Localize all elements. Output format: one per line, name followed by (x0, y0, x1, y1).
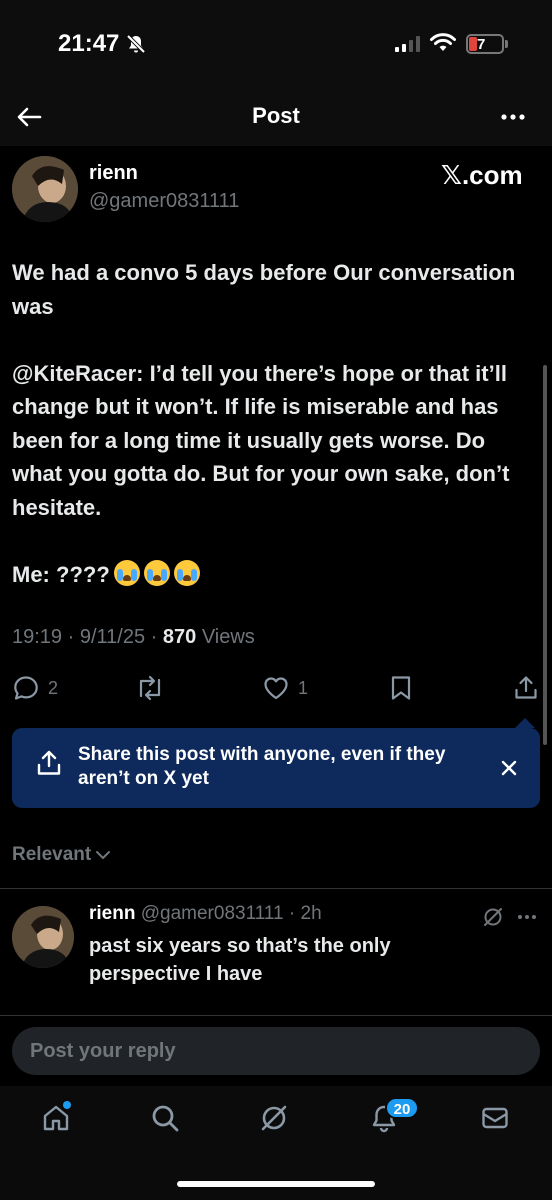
author-handle[interactable]: @gamer0831111 (89, 190, 239, 213)
grok-icon[interactable] (482, 906, 504, 928)
battery-icon: 7 (466, 34, 504, 54)
reply-text: past six years so that’s the only perspe… (89, 935, 391, 985)
search-icon[interactable] (149, 1102, 181, 1134)
reply-time: 2h (300, 903, 322, 924)
post-paragraph-last: Me: ???? (12, 558, 537, 592)
like-count: 1 (298, 677, 309, 698)
unread-dot (63, 1101, 71, 1109)
post-text: We had a convo 5 days before Our convers… (12, 256, 537, 591)
crying-emoji-icon (143, 559, 170, 586)
x-watermark: 𝕏.com (441, 160, 523, 190)
share-icon (515, 676, 537, 699)
reply-author-name[interactable]: rienn (89, 903, 135, 924)
bookmark-button[interactable] (388, 674, 414, 702)
status-time: 21:47 (58, 30, 120, 57)
reply-button[interactable]: 2 (12, 674, 58, 702)
notification-badge: 20 (385, 1097, 419, 1119)
status-bar: 21:47 7 (0, 0, 552, 90)
post-paragraph-text: Me: ???? (12, 561, 110, 587)
reply-input[interactable]: Post your reply (12, 1027, 540, 1075)
like-button[interactable]: 1 (262, 674, 308, 702)
reply-count: 2 (48, 677, 59, 698)
share-button[interactable] (512, 674, 540, 702)
reply-icon (14, 676, 38, 700)
grok-icon[interactable] (258, 1102, 290, 1134)
reply-header: rienn @gamer0831111 · 2h (89, 903, 322, 925)
post-time: 19:19 (12, 626, 63, 648)
divider (0, 1015, 552, 1016)
sort-replies-dropdown[interactable]: Relevant (12, 844, 111, 866)
wifi-icon (430, 33, 456, 51)
silent-bell-icon (126, 34, 146, 54)
share-banner-text: Share this post with anyone, even if the… (78, 744, 446, 789)
reply-author-handle[interactable]: @gamer0831111 (141, 903, 284, 924)
crying-emoji-icon (173, 559, 200, 586)
sort-label: Relevant (12, 844, 92, 865)
scrollbar[interactable] (543, 365, 547, 745)
divider (0, 888, 552, 889)
repost-icon (139, 675, 161, 701)
signal-icon (395, 36, 420, 52)
post-paragraph: We had a convo 5 days before Our convers… (12, 260, 516, 319)
reply-input-placeholder: Post your reply (30, 1039, 176, 1062)
share-icon (37, 750, 61, 775)
post-actions: 2 1 (0, 670, 552, 706)
more-icon[interactable] (498, 102, 528, 132)
close-icon[interactable] (499, 758, 519, 778)
avatar[interactable] (12, 156, 78, 222)
like-icon (264, 677, 288, 700)
author-name[interactable]: rienn (89, 162, 138, 185)
bookmark-icon (391, 676, 411, 700)
crying-emoji-icon (113, 559, 140, 586)
page-title: Post (252, 103, 300, 128)
views-label: Views (201, 626, 255, 648)
post-meta: 19:19 · 9/11/25 · 870 Views (12, 626, 255, 648)
post-date: 9/11/25 (79, 626, 146, 648)
share-banner[interactable]: Share this post with anyone, even if the… (12, 728, 540, 808)
views-count: 870 (162, 626, 197, 648)
reply-separator: · (288, 903, 296, 924)
share-banner-caret (515, 718, 535, 728)
repost-button[interactable] (134, 674, 166, 702)
post-paragraph: @KiteRacer: I’d tell you there’s hope or… (12, 360, 510, 520)
battery-level: 7 (477, 36, 486, 53)
mail-icon[interactable] (479, 1102, 511, 1134)
chevron-down-icon (96, 851, 111, 859)
home-indicator[interactable] (177, 1181, 375, 1187)
header: Post (0, 90, 552, 146)
reply-avatar[interactable] (12, 906, 74, 968)
more-icon[interactable] (516, 906, 538, 928)
